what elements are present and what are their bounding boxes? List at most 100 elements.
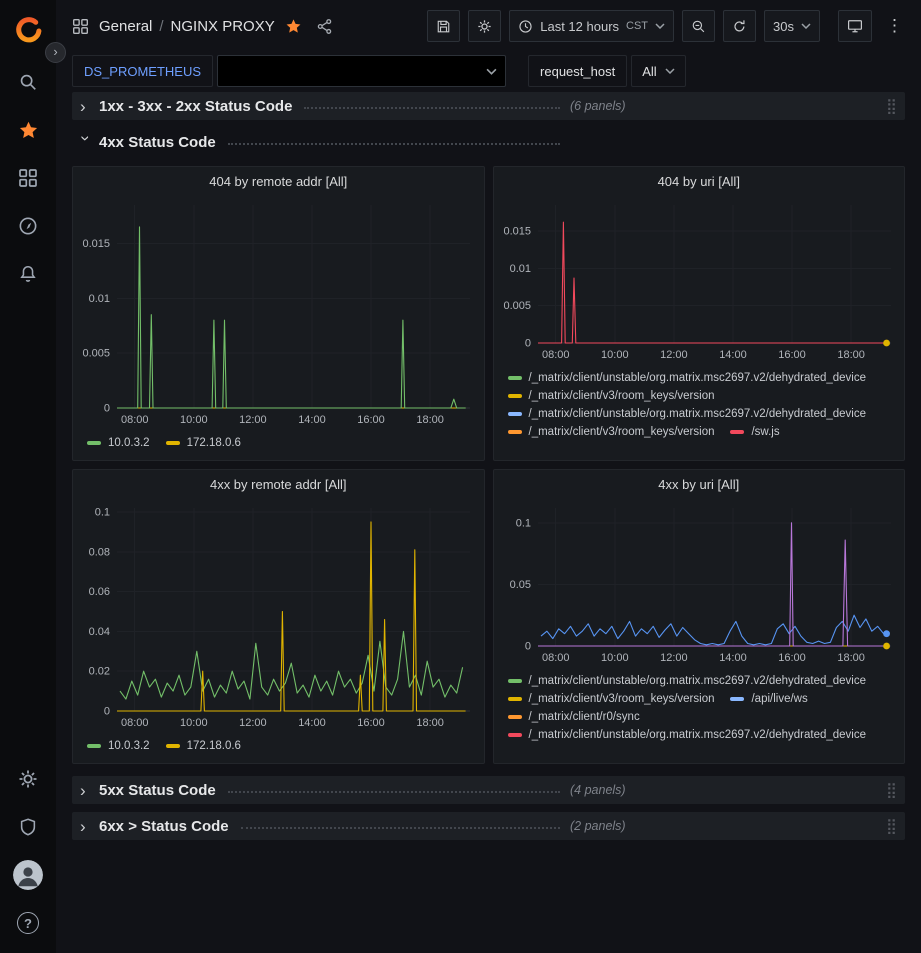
svg-text:16:00: 16:00: [357, 717, 385, 729]
breadcrumb-separator: /: [159, 18, 163, 35]
legend-swatch: [508, 376, 522, 380]
top-navbar: General / NGINX PROXY Last 12 hours CST: [56, 0, 921, 52]
legend-item[interactable]: /_matrix/client/unstable/org.matrix.msc2…: [508, 405, 867, 422]
legend-swatch: [730, 697, 744, 701]
svg-text:10:00: 10:00: [601, 349, 629, 361]
legend-item[interactable]: /_matrix/client/unstable/org.matrix.msc2…: [508, 672, 867, 689]
tv-mode-button[interactable]: [838, 10, 872, 42]
sidebar: ?: [0, 0, 56, 953]
row-header-1xx-3xx-2xx[interactable]: › 1xx - 3xx - 2xx Status Code (6 panels)…: [72, 92, 905, 120]
row-dotted-leader: [241, 827, 560, 829]
refresh-button[interactable]: [723, 10, 756, 42]
sidebar-expand-button[interactable]: ›: [45, 42, 66, 63]
row-drag-handle[interactable]: ⣿: [886, 99, 897, 114]
row-panel-count: (6 panels): [570, 99, 626, 113]
legend-label: 172.18.0.6: [187, 740, 241, 752]
time-range-picker[interactable]: Last 12 hours CST: [509, 10, 674, 42]
svg-text:16:00: 16:00: [357, 414, 385, 426]
user-avatar[interactable]: [6, 851, 50, 899]
svg-text:14:00: 14:00: [719, 349, 747, 361]
panel-grid: 404 by remote addr [All]08:0010:0012:001…: [72, 166, 905, 764]
svg-text:0.05: 0.05: [509, 579, 530, 591]
legend-label: /_matrix/client/unstable/org.matrix.msc2…: [529, 408, 867, 420]
svg-text:12:00: 12:00: [660, 652, 688, 664]
datasource-select[interactable]: [217, 55, 506, 87]
row-drag-handle[interactable]: ⣿: [886, 819, 897, 834]
search-icon[interactable]: [6, 58, 50, 106]
legend-item[interactable]: /api/live/ws: [730, 690, 807, 707]
svg-text:12:00: 12:00: [660, 349, 688, 361]
row-header-6xx[interactable]: › 6xx > Status Code (2 panels) ⣿: [72, 812, 905, 840]
kebab-menu-icon[interactable]: ⋮: [882, 16, 907, 36]
favorite-star-icon[interactable]: [285, 18, 302, 35]
chart-svg[interactable]: 08:0010:0012:0014:0016:0018:0000.050.1: [494, 498, 905, 668]
svg-text:08:00: 08:00: [541, 652, 569, 664]
panel-title[interactable]: 4xx by uri [All]: [494, 470, 905, 498]
help-glyph: ?: [17, 912, 39, 934]
dashboard-body: › 1xx - 3xx - 2xx Status Code (6 panels)…: [56, 92, 921, 848]
panel-chart[interactable]: 08:0010:0012:0014:0016:0018:0000.0050.01…: [73, 195, 484, 430]
legend-item[interactable]: /_matrix/client/v3/room_keys/version: [508, 690, 715, 707]
legend-item[interactable]: /_matrix/client/r0/sync: [508, 708, 640, 725]
legend-label: /_matrix/client/unstable/org.matrix.msc2…: [529, 372, 867, 384]
legend-item[interactable]: 172.18.0.6: [166, 434, 241, 451]
panel-title[interactable]: 404 by remote addr [All]: [73, 167, 484, 195]
svg-text:18:00: 18:00: [416, 414, 444, 426]
legend-swatch: [508, 679, 522, 683]
svg-text:0: 0: [104, 706, 110, 718]
save-dashboard-button[interactable]: [427, 10, 460, 42]
server-admin-shield-icon[interactable]: [6, 803, 50, 851]
legend-item[interactable]: /_matrix/client/v3/room_keys/version: [508, 423, 715, 440]
chart-svg[interactable]: 08:0010:0012:0014:0016:0018:0000.0050.01…: [494, 195, 905, 365]
svg-text:0.005: 0.005: [82, 348, 110, 360]
legend-item[interactable]: 10.0.3.2: [87, 434, 150, 451]
svg-text:0.1: 0.1: [95, 506, 110, 518]
panel-title[interactable]: 404 by uri [All]: [494, 167, 905, 195]
legend-label: /_matrix/client/v3/room_keys/version: [529, 426, 715, 438]
svg-text:10:00: 10:00: [180, 414, 208, 426]
dashboards-icon[interactable]: [6, 154, 50, 202]
row-chevron-icon: ›: [78, 135, 95, 147]
breadcrumb-section[interactable]: General: [99, 18, 152, 35]
legend-item[interactable]: 10.0.3.2: [87, 737, 150, 754]
panel-chart[interactable]: 08:0010:0012:0014:0016:0018:0000.0050.01…: [494, 195, 905, 365]
legend-item[interactable]: /_matrix/client/v3/room_keys/version: [508, 387, 715, 404]
legend-swatch: [508, 715, 522, 719]
starred-icon[interactable]: [6, 106, 50, 154]
refresh-interval-select[interactable]: 30s: [764, 10, 820, 42]
dashboard-settings-button[interactable]: [468, 10, 501, 42]
legend-label: /_matrix/client/v3/room_keys/version: [529, 390, 715, 402]
alerting-icon[interactable]: [6, 250, 50, 298]
legend-item[interactable]: /sw.js: [730, 423, 779, 440]
panel-title[interactable]: 4xx by remote addr [All]: [73, 470, 484, 498]
row-header-4xx[interactable]: › 4xx Status Code: [72, 128, 905, 156]
row-header-5xx[interactable]: › 5xx Status Code (4 panels) ⣿: [72, 776, 905, 804]
svg-text:12:00: 12:00: [239, 414, 267, 426]
row-dotted-leader: [304, 107, 560, 109]
panel-chart[interactable]: 08:0010:0012:0014:0016:0018:0000.050.1: [494, 498, 905, 668]
row-chevron-icon: ›: [80, 782, 92, 799]
legend-item[interactable]: /_matrix/client/unstable/org.matrix.msc2…: [508, 726, 867, 743]
datasource-variable-label: DS_PROMETHEUS: [72, 55, 213, 87]
svg-text:0: 0: [524, 338, 530, 350]
svg-text:08:00: 08:00: [121, 414, 149, 426]
chart-svg[interactable]: 08:0010:0012:0014:0016:0018:0000.020.040…: [73, 498, 484, 733]
navbar-actions: Last 12 hours CST 30s ⋮: [427, 10, 907, 42]
chart-svg[interactable]: 08:0010:0012:0014:0016:0018:0000.0050.01…: [73, 195, 484, 430]
configuration-gear-icon[interactable]: [6, 755, 50, 803]
request-host-select[interactable]: All: [631, 55, 685, 87]
help-icon[interactable]: ?: [6, 899, 50, 947]
explore-icon[interactable]: [6, 202, 50, 250]
row-drag-handle[interactable]: ⣿: [886, 783, 897, 798]
legend-item[interactable]: /_matrix/client/unstable/org.matrix.msc2…: [508, 369, 867, 386]
panel-chart[interactable]: 08:0010:0012:0014:0016:0018:0000.020.040…: [73, 498, 484, 733]
breadcrumb-dashboard-title[interactable]: NGINX PROXY: [171, 18, 275, 35]
grafana-logo[interactable]: [6, 8, 50, 52]
time-range-label: Last 12 hours: [540, 19, 619, 34]
panel-4xx-by-uri-all: 4xx by uri [All]08:0010:0012:0014:0016:0…: [493, 469, 906, 764]
svg-text:0.01: 0.01: [509, 263, 530, 275]
zoom-out-button[interactable]: [682, 10, 715, 42]
legend-item[interactable]: 172.18.0.6: [166, 737, 241, 754]
row-title: 5xx Status Code: [99, 782, 216, 799]
share-icon[interactable]: [316, 18, 333, 35]
